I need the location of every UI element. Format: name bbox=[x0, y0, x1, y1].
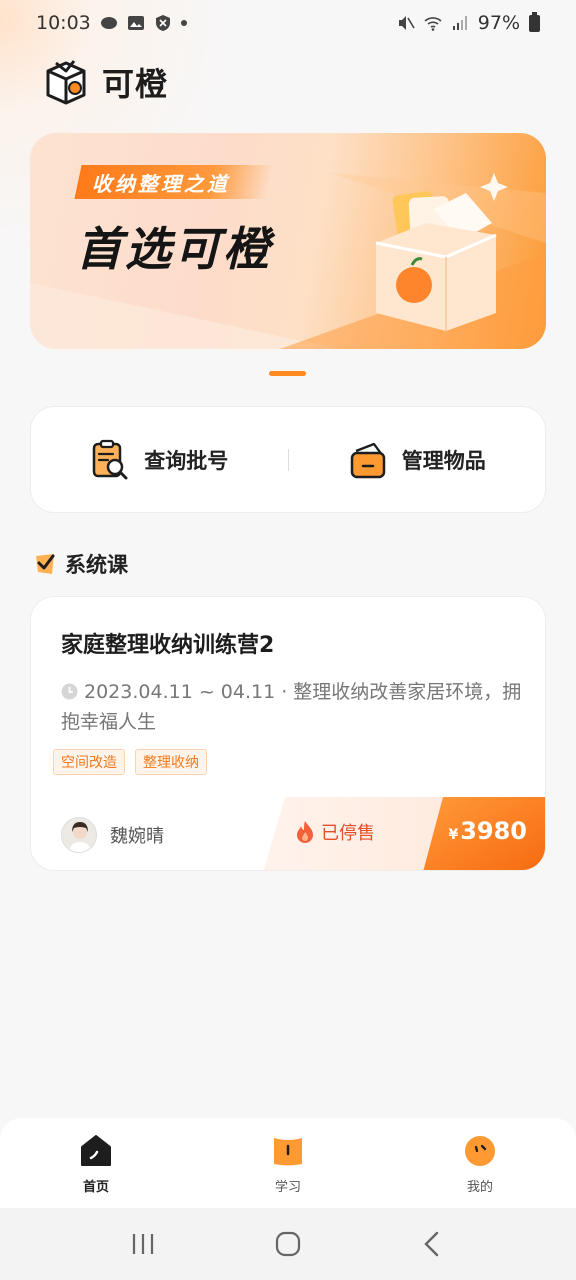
logo-box-icon bbox=[46, 60, 86, 105]
course-price: ¥3980 bbox=[448, 817, 527, 845]
banner-tag: 收纳整理之道 bbox=[74, 165, 274, 199]
teacher-name: 魏婉晴 bbox=[110, 826, 164, 847]
section-title: 系统课 bbox=[65, 553, 128, 577]
home-icon bbox=[81, 1135, 111, 1166]
query-batch-button[interactable]: 查询批号 bbox=[31, 407, 288, 512]
app-title: 可橙 bbox=[102, 65, 169, 103]
battery-icon bbox=[529, 11, 540, 32]
recent-apps-icon bbox=[132, 1234, 153, 1254]
box-illustration-icon bbox=[375, 173, 508, 331]
image-icon bbox=[127, 16, 144, 30]
notification-dot bbox=[180, 20, 187, 26]
wifi-icon bbox=[424, 17, 442, 31]
manage-items-label: 管理物品 bbox=[401, 448, 486, 473]
status-time: 10:03 bbox=[36, 12, 91, 34]
back-button[interactable] bbox=[413, 1224, 453, 1264]
price-zone: 已停售 ¥3980 bbox=[263, 797, 545, 870]
course-description: 2023.04.11 ~ 04.11 · 整理收纳改善家居环境，拥抱幸福人生 bbox=[61, 677, 531, 737]
section-header: 系统课 bbox=[34, 549, 128, 579]
sale-status: 已停售 bbox=[295, 819, 375, 845]
checkmark-badge-icon bbox=[36, 554, 55, 574]
course-title: 家庭整理收纳训练营2 bbox=[61, 633, 275, 658]
home-circle-icon bbox=[275, 1231, 301, 1257]
book-icon bbox=[274, 1138, 302, 1166]
fire-icon bbox=[297, 821, 313, 843]
banner-headline: 首选可橙 bbox=[76, 222, 272, 276]
profile-face-icon bbox=[465, 1136, 495, 1166]
signal-icon bbox=[452, 16, 467, 30]
query-batch-label: 查询批号 bbox=[144, 448, 229, 473]
price-value: 3980 bbox=[460, 817, 527, 845]
price-currency: ¥ bbox=[448, 827, 459, 843]
mute-icon bbox=[398, 16, 415, 30]
home-button[interactable] bbox=[268, 1224, 308, 1264]
avatar bbox=[61, 817, 97, 853]
chat-bubble-icon bbox=[100, 17, 117, 29]
teacher-info: 魏婉晴 bbox=[61, 817, 164, 853]
quick-actions-card: 查询批号 管理物品 bbox=[30, 406, 546, 513]
course-description-text: 2023.04.11 ~ 04.11 · 整理收纳改善家居环境，拥抱幸福人生 bbox=[61, 681, 522, 733]
sale-status-text: 已停售 bbox=[321, 823, 375, 844]
course-tag: 空间改造 bbox=[53, 749, 125, 775]
shield-icon bbox=[155, 15, 170, 31]
avatar-portrait-icon bbox=[62, 818, 96, 852]
box-icon bbox=[350, 442, 385, 478]
course-card[interactable]: 家庭整理收纳训练营2 2023.04.11 ~ 04.11 · 整理收纳改善家居… bbox=[30, 596, 546, 871]
search-document-icon bbox=[93, 439, 128, 479]
recent-apps-button[interactable] bbox=[123, 1224, 163, 1264]
manage-items-button[interactable]: 管理物品 bbox=[289, 407, 546, 512]
banner-tag-text: 收纳整理之道 bbox=[92, 171, 230, 196]
course-tags: 空间改造 整理收纳 bbox=[53, 749, 207, 775]
tab-study-label: 学习 bbox=[274, 1180, 301, 1195]
tab-home[interactable]: 首页 bbox=[0, 1118, 192, 1208]
tab-profile[interactable]: 我的 bbox=[384, 1118, 576, 1208]
status-right: 97% bbox=[397, 11, 540, 34]
tab-home-label: 首页 bbox=[82, 1180, 109, 1195]
tab-study[interactable]: 学习 bbox=[192, 1118, 384, 1208]
system-navigation-bar bbox=[0, 1208, 576, 1280]
banner-page-indicator bbox=[269, 371, 306, 376]
back-arrow-icon bbox=[424, 1231, 439, 1257]
battery-percent: 97% bbox=[477, 12, 520, 34]
clock-icon bbox=[61, 683, 78, 700]
status-bar: 10:03 97% bbox=[0, 0, 576, 46]
status-left: 10:03 bbox=[36, 12, 187, 34]
bottom-tab-bar: 首页 学习 我的 bbox=[0, 1118, 576, 1208]
tab-profile-label: 我的 bbox=[466, 1180, 493, 1195]
app-header: 可橙 bbox=[42, 56, 168, 108]
promo-banner[interactable]: 收纳整理之道 首选可橙 bbox=[30, 133, 546, 349]
course-tag: 整理收纳 bbox=[135, 749, 207, 775]
